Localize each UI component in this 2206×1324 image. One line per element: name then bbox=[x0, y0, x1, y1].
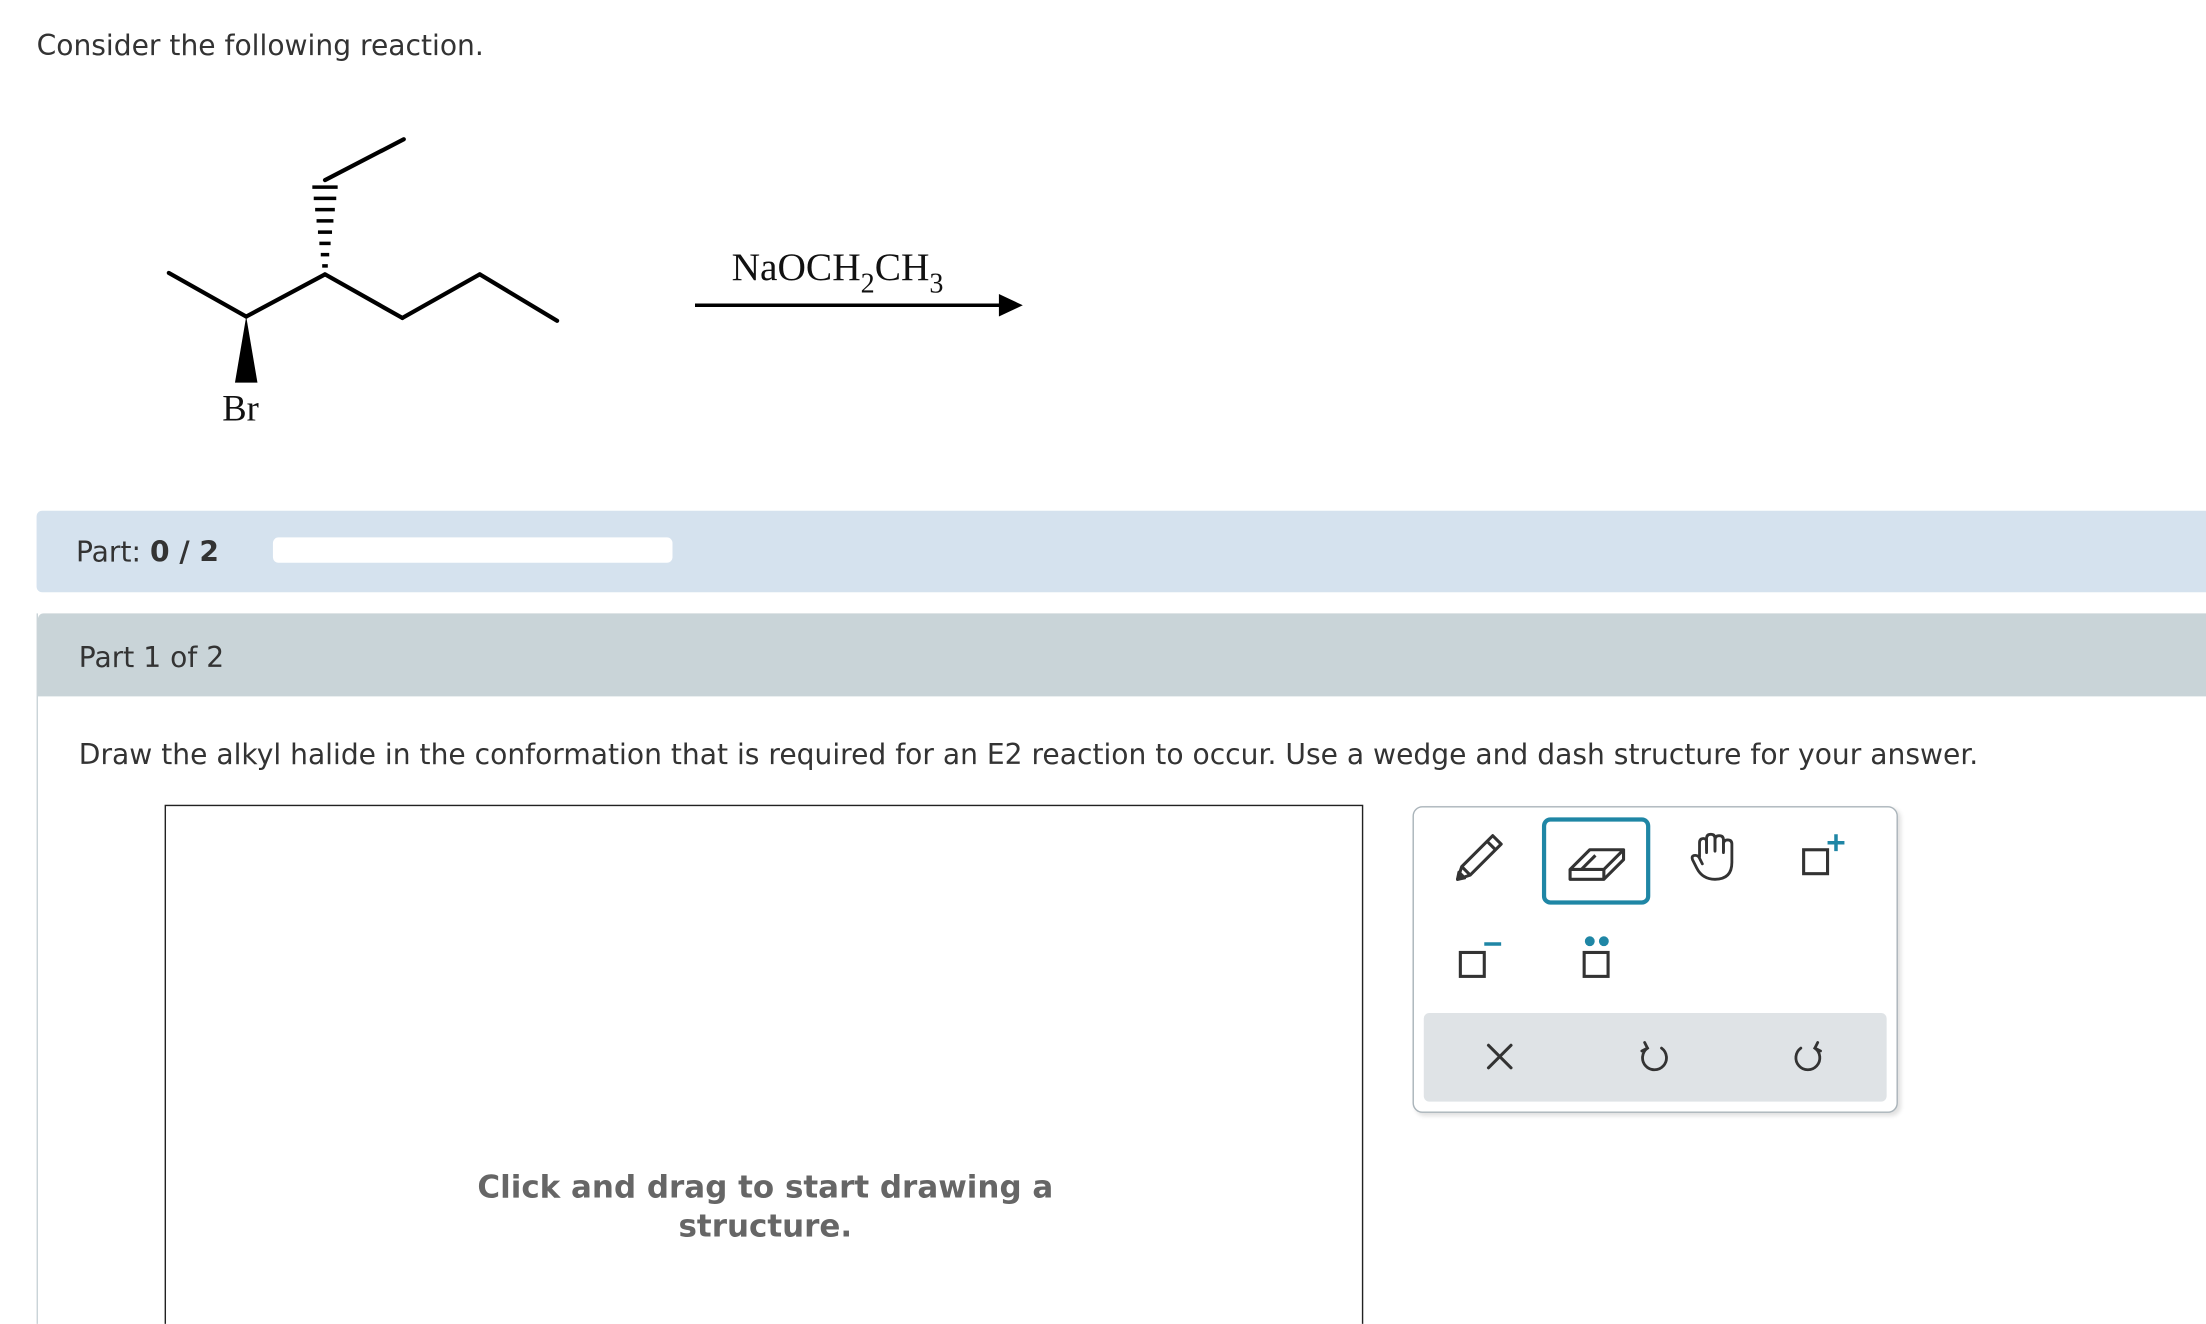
bond-c1-c2 bbox=[166, 270, 249, 319]
reaction-scheme: Br NaOCH2CH3 bbox=[166, 137, 1023, 429]
part-header-label: Part 1 of 2 bbox=[78, 640, 225, 674]
bond-c4-c5 bbox=[400, 272, 482, 321]
part-progress-label: Part: 0 / 2 bbox=[76, 535, 219, 569]
part-progress-value: 0 / 2 bbox=[149, 534, 219, 569]
drawing-toolbox bbox=[1412, 806, 1898, 1113]
redo-button[interactable] bbox=[1756, 1014, 1860, 1098]
hand-icon bbox=[1690, 832, 1734, 881]
part-progress-bar: Part: 0 / 2 bbox=[36, 510, 2206, 593]
eraser-icon bbox=[1567, 848, 1625, 881]
add-negative-charge-tool[interactable] bbox=[1427, 913, 1531, 997]
eraser-tool[interactable] bbox=[1541, 817, 1651, 905]
clear-button[interactable] bbox=[1448, 1014, 1552, 1098]
hashed-dash-bond bbox=[312, 185, 338, 268]
bond-c3-c4 bbox=[322, 272, 405, 321]
drawing-canvas[interactable]: Click and drag to start drawing a struct… bbox=[164, 804, 1365, 1324]
undo-icon bbox=[1640, 1041, 1668, 1072]
progress-track bbox=[272, 537, 673, 563]
part-label: Part: bbox=[75, 534, 142, 569]
part-header: Part 1 of 2 bbox=[37, 613, 2206, 697]
pencil-icon bbox=[1455, 834, 1503, 881]
pencil-tool[interactable] bbox=[1427, 816, 1531, 900]
toolbox-action-strip bbox=[1423, 1012, 1887, 1102]
alkyl-halide-structure bbox=[166, 137, 560, 323]
add-lone-pair-icon bbox=[1582, 936, 1610, 978]
redo-icon bbox=[1794, 1041, 1822, 1072]
reagent-label: NaOCH2CH3 bbox=[732, 245, 944, 300]
bond-c5-c6 bbox=[477, 272, 560, 323]
canvas-hint: Click and drag to start drawing a struct… bbox=[166, 1169, 1365, 1248]
part-instruction: Draw the alkyl halide in the conformatio… bbox=[78, 737, 1979, 771]
clear-icon bbox=[1486, 1043, 1513, 1070]
bond-ethyl bbox=[322, 137, 406, 183]
reaction-arrow-head bbox=[998, 294, 1023, 317]
canvas-hint-line1: Click and drag to start drawing a bbox=[477, 1170, 1054, 1206]
bromine-label: Br bbox=[222, 388, 259, 429]
add-positive-charge-icon bbox=[1802, 834, 1845, 876]
wedge-bond bbox=[234, 316, 258, 383]
add-positive-charge-tool[interactable] bbox=[1770, 816, 1874, 900]
undo-button[interactable] bbox=[1602, 1014, 1706, 1098]
add-negative-charge-icon bbox=[1458, 942, 1502, 978]
canvas-hint-line2: structure. bbox=[678, 1209, 853, 1246]
add-lone-pair-tool[interactable] bbox=[1545, 913, 1649, 997]
hand-tool[interactable] bbox=[1662, 816, 1766, 900]
bond-c2-c3 bbox=[244, 272, 328, 319]
